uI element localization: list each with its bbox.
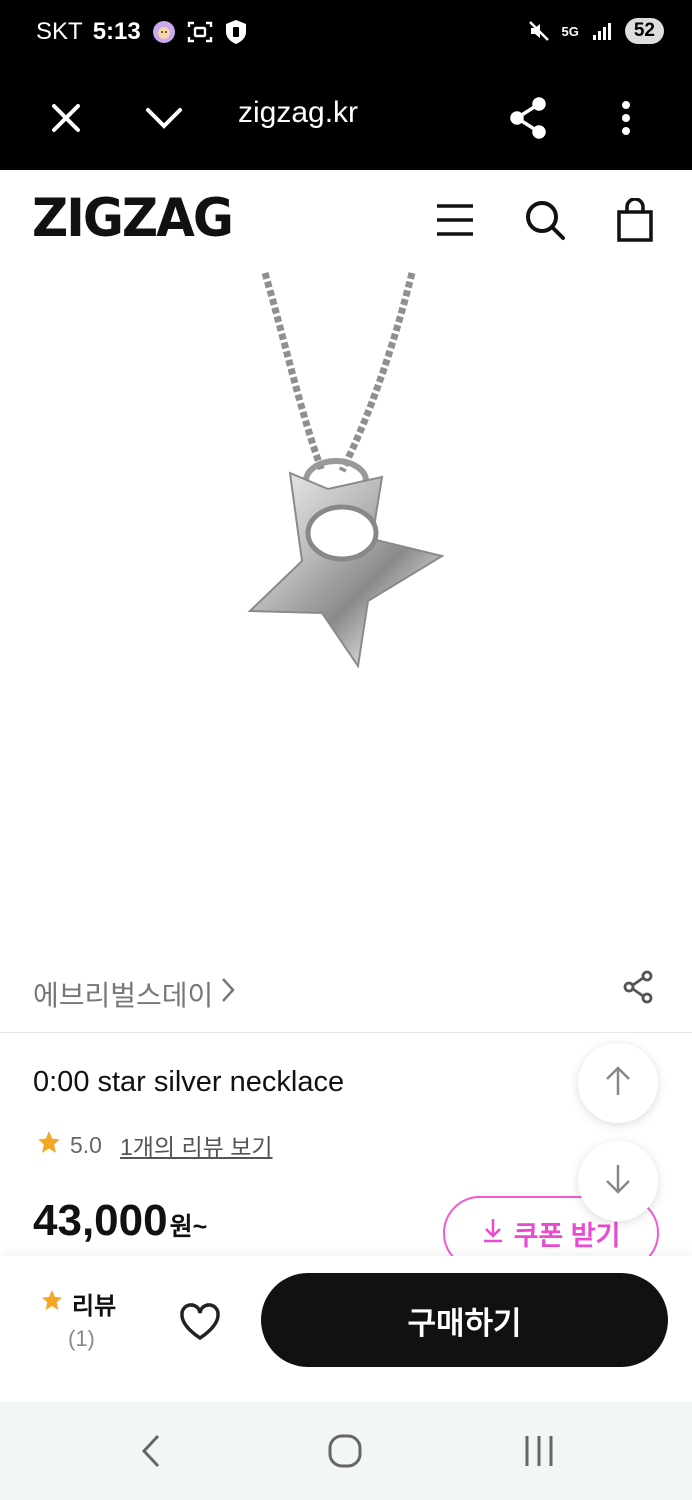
chevron-down-icon[interactable] [138, 92, 190, 144]
site-header: ZIGZAG [0, 171, 692, 271]
search-icon[interactable] [520, 195, 570, 245]
network-type: 5G [561, 23, 579, 39]
mute-icon [526, 18, 552, 44]
recent-apps-icon[interactable] [514, 1428, 564, 1474]
clock: 5:13 [92, 18, 141, 45]
browser-toolbar: zigzag.kr [0, 66, 692, 170]
review-label: 리뷰 [72, 1293, 117, 1320]
battery-level: 52 [624, 18, 664, 44]
brand-name[interactable]: 에브리벌스데이 [33, 974, 213, 1014]
rating-value: 5.0 [70, 1131, 102, 1158]
shopping-bag-icon[interactable] [610, 195, 660, 245]
review-count: (1) [68, 1326, 95, 1351]
url-display[interactable]: zigzag.kr [238, 96, 358, 130]
coupon-label: 쿠폰 받기 [513, 1220, 621, 1251]
brand-row[interactable]: 에브리벌스데이 [0, 960, 692, 1030]
system-nav-bar [0, 1402, 692, 1500]
divider [0, 1032, 692, 1033]
product-title: 0:00 star silver necklace [33, 1066, 345, 1098]
face-emoji-icon [151, 19, 177, 45]
buy-button[interactable]: 구매하기 [261, 1273, 668, 1367]
scroll-bottom-button[interactable] [578, 1141, 658, 1221]
share-icon[interactable] [622, 970, 654, 1009]
close-icon[interactable] [40, 92, 92, 144]
arrow-up-icon [604, 1065, 632, 1102]
review-button[interactable]: 리뷰 (1) [40, 1284, 128, 1354]
price-unit: 원~ [169, 1213, 208, 1241]
back-icon[interactable] [126, 1428, 176, 1474]
star-icon [40, 1288, 64, 1319]
scroll-top-button[interactable] [578, 1043, 658, 1123]
shield-icon [223, 19, 249, 45]
price-amount: 43,000 [33, 1196, 168, 1245]
carrier-label: SKT [36, 18, 83, 45]
zigzag-logo[interactable]: ZIGZAG [32, 188, 234, 249]
share-icon[interactable] [502, 92, 554, 144]
menu-icon[interactable] [430, 195, 480, 245]
home-icon[interactable] [320, 1428, 370, 1474]
review-link[interactable]: 1개의 리뷰 보기 [120, 1128, 273, 1162]
arrow-down-icon [604, 1163, 632, 1200]
bottom-action-bar: 리뷰 (1) 구매하기 [0, 1256, 692, 1402]
heart-icon[interactable] [176, 1298, 224, 1346]
chevron-right-icon [220, 976, 236, 1009]
signal-icon [589, 18, 615, 44]
star-necklace-image [247, 272, 445, 669]
product-image[interactable] [0, 271, 692, 951]
price: 43,000 원~ [33, 1196, 207, 1246]
star-icon [36, 1129, 62, 1161]
status-bar: SKT 5:13 5G 52 [0, 0, 692, 66]
rating-row: 5.0 1개의 리뷰 보기 [36, 1128, 273, 1162]
screen-capture-icon [187, 19, 213, 45]
more-vertical-icon[interactable] [600, 92, 652, 144]
download-icon [482, 1217, 504, 1250]
